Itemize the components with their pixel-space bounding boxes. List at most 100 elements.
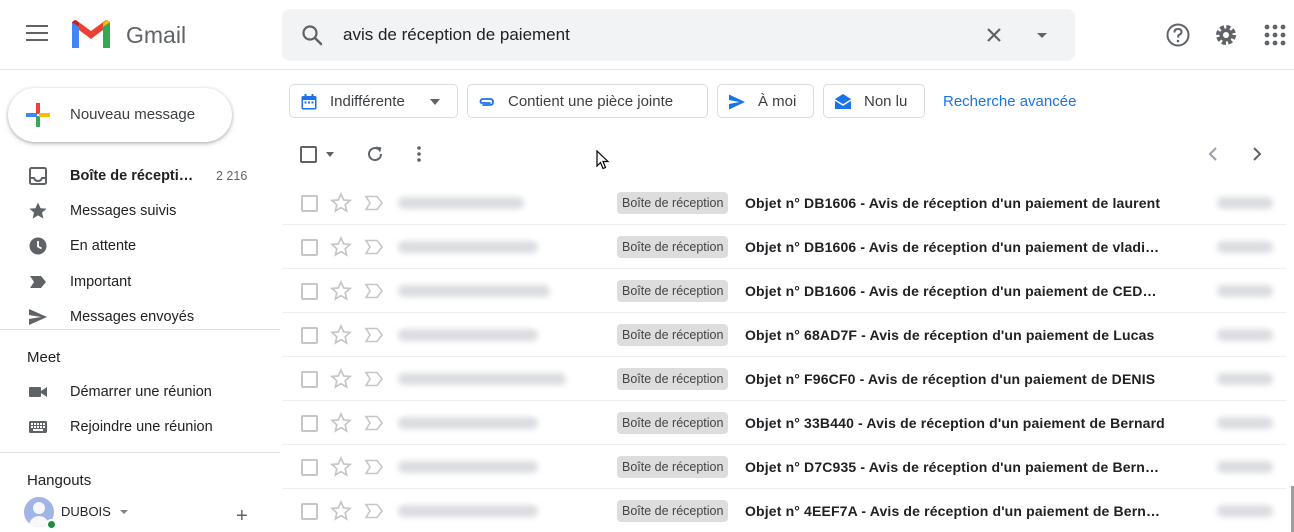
chip-label: Indifférente [330, 93, 405, 110]
add-contact-icon[interactable]: + [236, 505, 248, 528]
sidebar-item-starred[interactable]: Messages suivis [0, 195, 270, 227]
important-marker-icon[interactable] [364, 415, 384, 431]
apps-grid-icon[interactable] [1262, 22, 1288, 48]
main-menu-icon[interactable] [26, 25, 50, 45]
important-marker-icon[interactable] [364, 239, 384, 255]
clear-search-icon[interactable] [982, 23, 1006, 47]
date-filter-chip[interactable]: Indifférente [289, 84, 458, 118]
sender-name-redacted [398, 417, 538, 429]
sidebar-item-label: Messages suivis [70, 203, 177, 219]
important-marker-icon[interactable] [364, 327, 384, 343]
important-marker-icon[interactable] [364, 195, 384, 211]
more-options-icon[interactable] [409, 144, 429, 164]
star-outline-icon[interactable] [330, 412, 352, 434]
important-marker-icon[interactable] [364, 371, 384, 387]
email-row[interactable]: Boîte de réception Objet n° 33B440 - Avi… [282, 401, 1286, 445]
select-options-chevron-icon[interactable] [326, 152, 334, 157]
unread-filter-chip[interactable]: Non lu [823, 84, 925, 118]
search-bar[interactable]: avis de réception de paiement [282, 9, 1075, 61]
inbox-label-badge: Boîte de réception [617, 280, 729, 302]
sender-name-redacted [398, 285, 550, 297]
email-date-redacted [1217, 197, 1273, 209]
mouse-cursor-icon [596, 150, 610, 170]
inbox-label-badge: Boîte de réception [617, 456, 729, 478]
important-marker-icon[interactable] [364, 459, 384, 475]
email-checkbox[interactable] [301, 503, 318, 520]
star-outline-icon[interactable] [330, 280, 352, 302]
refresh-icon[interactable] [365, 144, 385, 164]
unread-count: 2 216 [216, 169, 248, 183]
sidebar-item-inbox[interactable]: Boîte de récepti… 2 216 [0, 160, 270, 192]
star-outline-icon[interactable] [330, 192, 352, 214]
video-icon [29, 387, 47, 397]
star-outline-icon[interactable] [330, 500, 352, 522]
top-header: Gmail avis de réception de paiement [0, 0, 1294, 70]
chevron-down-icon[interactable] [120, 510, 128, 514]
star-outline-icon[interactable] [330, 456, 352, 478]
chevron-left-icon[interactable] [1203, 144, 1223, 164]
meet-join-meeting[interactable]: Rejoindre une réunion [0, 411, 270, 443]
email-row[interactable]: Boîte de réception Objet n° DB1606 - Avi… [282, 269, 1286, 313]
email-date-redacted [1217, 241, 1273, 253]
meet-section-title: Meet [27, 349, 61, 366]
help-icon[interactable] [1165, 22, 1191, 48]
sidebar-item-snoozed[interactable]: En attente [0, 230, 270, 262]
sender-name-redacted [398, 505, 538, 517]
email-subject: Objet n° DB1606 - Avis de réception d'un… [745, 239, 1165, 255]
email-subject: Objet n° DB1606 - Avis de réception d'un… [745, 195, 1161, 211]
email-row[interactable]: Boîte de réception Objet n° DB1606 - Avi… [282, 181, 1286, 225]
to-me-filter-chip[interactable]: À moi [717, 84, 814, 118]
gmail-logo[interactable] [70, 18, 112, 50]
star-outline-icon[interactable] [330, 324, 352, 346]
select-all-checkbox[interactable] [300, 146, 317, 163]
search-input[interactable]: avis de réception de paiement [343, 25, 570, 45]
inbox-icon [29, 167, 47, 185]
inbox-label-badge: Boîte de réception [617, 500, 729, 522]
email-subject: Objet n° D7C935 - Avis de réception d'un… [745, 459, 1165, 475]
inbox-label-badge: Boîte de réception [617, 368, 729, 390]
search-options-icon[interactable] [1032, 25, 1052, 45]
calendar-icon [301, 94, 317, 110]
sidebar-divider [0, 329, 280, 330]
sidebar-item-important[interactable]: Important [0, 266, 270, 298]
star-outline-icon[interactable] [330, 236, 352, 258]
email-checkbox[interactable] [301, 327, 318, 344]
attachment-icon [479, 98, 494, 106]
email-row[interactable]: Boîte de réception Objet n° D7C935 - Avi… [282, 445, 1286, 489]
email-row[interactable]: Boîte de réception Objet n° DB1606 - Avi… [282, 225, 1286, 269]
advanced-search-link[interactable]: Recherche avancée [943, 93, 1076, 110]
hangouts-user-name[interactable]: DUBOIS [61, 504, 111, 519]
clock-icon [29, 237, 47, 255]
attachment-filter-chip[interactable]: Contient une pièce jointe [467, 84, 708, 118]
email-date-redacted [1217, 505, 1273, 517]
search-icon[interactable] [300, 23, 324, 47]
star-icon [29, 202, 47, 219]
email-checkbox[interactable] [301, 283, 318, 300]
star-outline-icon[interactable] [330, 368, 352, 390]
email-checkbox[interactable] [301, 195, 318, 212]
inbox-label-badge: Boîte de réception [617, 324, 729, 346]
email-subject: Objet n° 4EEF7A - Avis de réception d'un… [745, 503, 1165, 519]
mail-icon [834, 94, 852, 109]
email-checkbox[interactable] [301, 459, 318, 476]
email-date-redacted [1217, 373, 1273, 385]
important-marker-icon[interactable] [364, 503, 384, 519]
important-marker-icon[interactable] [364, 283, 384, 299]
sidebar-item-label: Messages envoyés [70, 309, 195, 325]
sidebar-item-label: Démarrer une réunion [70, 384, 212, 400]
sender-name-redacted [398, 329, 538, 341]
chevron-right-icon[interactable] [1247, 144, 1267, 164]
settings-gear-icon[interactable] [1213, 22, 1239, 48]
email-row[interactable]: Boîte de réception Objet n° F96CF0 - Avi… [282, 357, 1286, 401]
email-row[interactable]: Boîte de réception Objet n° 4EEF7A - Avi… [282, 489, 1286, 532]
email-checkbox[interactable] [301, 415, 318, 432]
email-checkbox[interactable] [301, 371, 318, 388]
compose-button[interactable]: Nouveau message [8, 88, 232, 142]
email-row[interactable]: Boîte de réception Objet n° 68AD7F - Avi… [282, 313, 1286, 357]
important-icon [30, 276, 46, 288]
email-checkbox[interactable] [301, 239, 318, 256]
meet-start-meeting[interactable]: Démarrer une réunion [0, 376, 270, 408]
sidebar-item-label: Rejoindre une réunion [70, 419, 213, 435]
chip-label: Non lu [864, 93, 908, 110]
online-status-dot [46, 519, 57, 530]
